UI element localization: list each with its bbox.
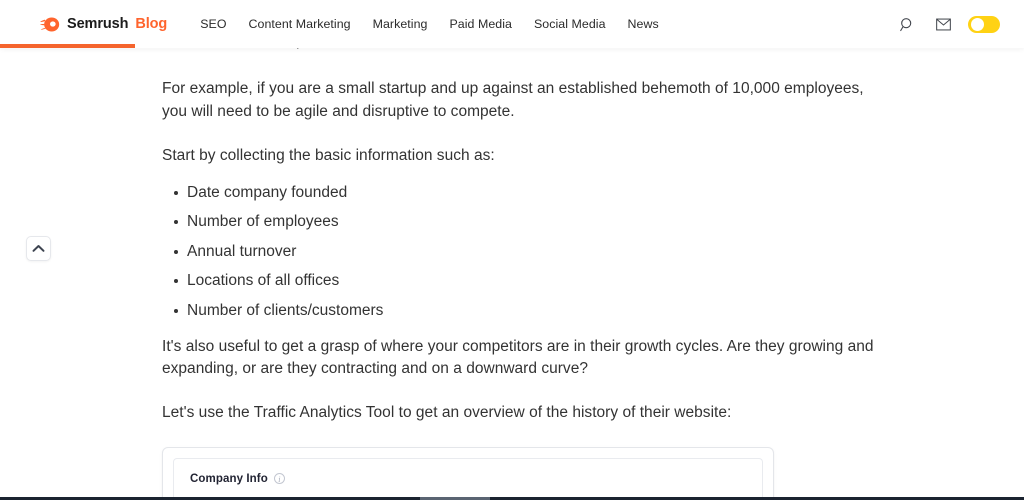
article-content: choices later in the process. For exampl… [162, 48, 874, 500]
reading-progress-fill [0, 44, 135, 48]
site-header: Semrush Blog SEO Content Marketing Marke… [0, 0, 1024, 48]
semrush-comet-icon [40, 17, 60, 31]
list-item: Annual turnover [174, 241, 874, 263]
newsletter-button[interactable] [932, 13, 954, 35]
paragraph-traffic-analytics: Let's use the Traffic Analytics Tool to … [162, 404, 732, 422]
nav-item-paid-media[interactable]: Paid Media [438, 17, 523, 31]
scroll-to-top-button[interactable] [26, 236, 51, 261]
nav-item-news[interactable]: News [617, 17, 670, 31]
paragraph-example: For example, if you are a small startup … [162, 80, 864, 120]
theme-toggle-switch[interactable] [968, 15, 1000, 33]
paragraph-clipped: choices later in the process. [162, 48, 874, 52]
nav-item-marketing[interactable]: Marketing [362, 17, 439, 31]
company-info-header: Company Info i [190, 473, 746, 485]
envelope-icon [935, 18, 951, 30]
company-info-screenshot-card[interactable]: Company Info i Wayfair f ⏷ [162, 446, 774, 500]
article-scroll-region[interactable]: choices later in the process. For exampl… [0, 48, 1024, 500]
toggle-knob [970, 17, 984, 31]
brand-name: Semrush [67, 16, 129, 32]
search-icon [899, 17, 911, 31]
header-actions [896, 0, 1000, 48]
brand-subtitle: Blog [135, 16, 168, 32]
nav-item-social-media[interactable]: Social Media [523, 17, 617, 31]
search-button[interactable] [896, 13, 918, 35]
company-info-title: Company Info [190, 472, 268, 485]
list-item: Date company founded [174, 182, 874, 204]
chevron-up-icon [32, 245, 45, 252]
brand-logo-link[interactable]: Semrush Blog [40, 16, 167, 32]
company-info-panel: Company Info i Wayfair f ⏷ [173, 457, 763, 500]
nav-item-seo[interactable]: SEO [189, 17, 237, 31]
reading-progress-bar [0, 44, 1024, 48]
paragraph-start-collecting: Start by collecting the basic informatio… [162, 147, 495, 165]
paragraph-growth-cycles: It's also useful to get a grasp of where… [162, 337, 874, 378]
page-root: choices later in the process. For exampl… [0, 0, 1024, 500]
nav-item-content-marketing[interactable]: Content Marketing [238, 17, 362, 31]
primary-navigation: SEO Content Marketing Marketing Paid Med… [189, 17, 670, 31]
info-icon[interactable]: i [273, 473, 285, 485]
basic-information-list: Date company founded Number of employees… [162, 182, 874, 322]
list-item: Number of clients/customers [174, 300, 874, 322]
list-item: Locations of all offices [174, 270, 874, 292]
list-item: Number of employees [174, 211, 874, 233]
